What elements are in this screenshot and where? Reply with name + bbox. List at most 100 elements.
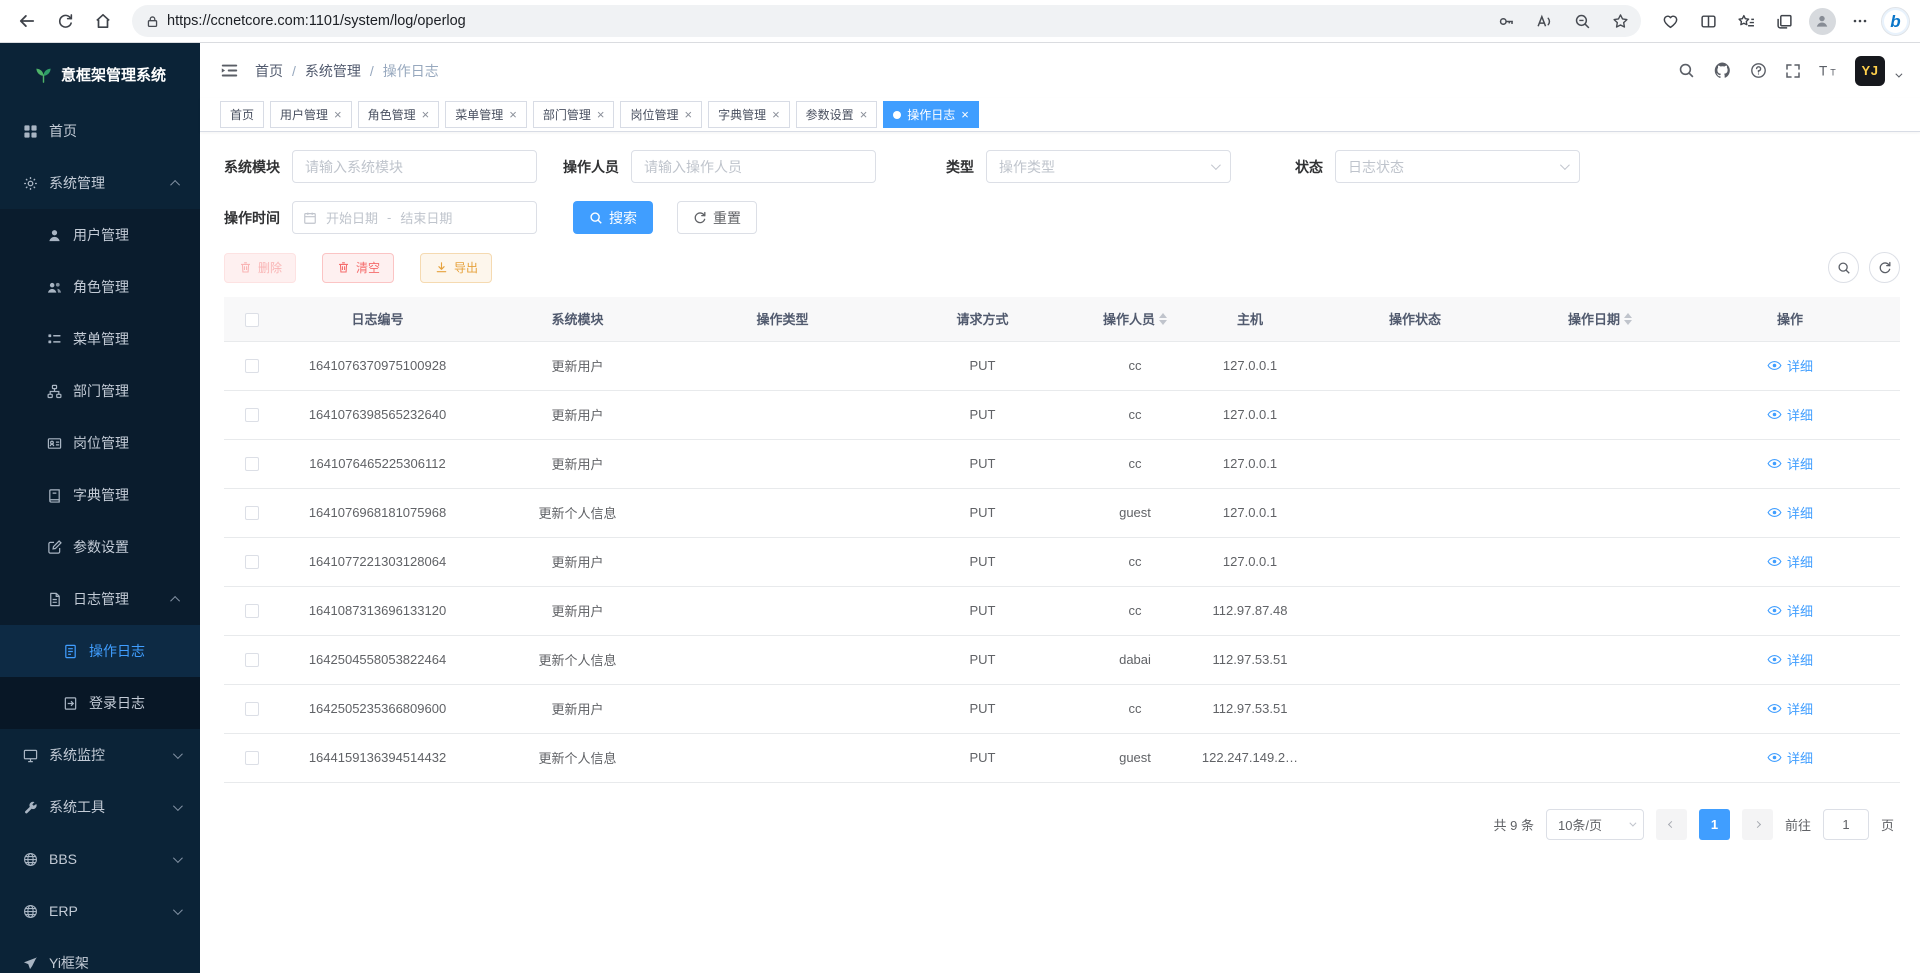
export-button[interactable]: 导出 bbox=[420, 253, 492, 283]
sidebar-item-user-management[interactable]: 用户管理 bbox=[0, 209, 200, 261]
toggle-search-button[interactable] bbox=[1828, 252, 1859, 283]
favorite-add-star-icon[interactable] bbox=[1605, 8, 1635, 34]
close-icon[interactable]: × bbox=[860, 108, 868, 121]
password-key-icon[interactable] bbox=[1491, 8, 1521, 34]
chevron-down-icon[interactable] bbox=[1895, 71, 1902, 78]
next-page-button[interactable] bbox=[1742, 809, 1773, 840]
sidebar-item-erp[interactable]: ERP bbox=[0, 885, 200, 937]
detail-link[interactable]: 详细 bbox=[1767, 503, 1813, 522]
close-icon[interactable]: × bbox=[772, 108, 780, 121]
browser-refresh-button[interactable] bbox=[48, 4, 82, 38]
search-icon[interactable] bbox=[1678, 62, 1695, 79]
profile-avatar[interactable] bbox=[1805, 4, 1839, 38]
tab-user-management[interactable]: 用户管理× bbox=[270, 101, 352, 128]
search-button[interactable]: 搜索 bbox=[573, 201, 653, 234]
tab-dept-management[interactable]: 部门管理× bbox=[533, 101, 615, 128]
browser-back-button[interactable] bbox=[10, 4, 44, 38]
browser-home-button[interactable] bbox=[86, 4, 120, 38]
sidebar-item-dict-management[interactable]: 字典管理 bbox=[0, 469, 200, 521]
detail-link[interactable]: 详细 bbox=[1767, 356, 1813, 375]
sidebar-item-dept-management[interactable]: 部门管理 bbox=[0, 365, 200, 417]
help-icon[interactable] bbox=[1750, 62, 1767, 79]
sidebar-item-system-monitor[interactable]: 系统监控 bbox=[0, 729, 200, 781]
page-number-button[interactable]: 1 bbox=[1699, 809, 1730, 840]
sidebar-item-system-management[interactable]: 系统管理 bbox=[0, 157, 200, 209]
row-checkbox[interactable] bbox=[245, 751, 259, 765]
prev-page-button[interactable] bbox=[1656, 809, 1687, 840]
detail-link[interactable]: 详细 bbox=[1767, 601, 1813, 620]
tab-operation-log[interactable]: 操作日志× bbox=[883, 101, 979, 128]
row-checkbox[interactable] bbox=[245, 702, 259, 716]
type-filter-select[interactable]: 操作类型 bbox=[986, 150, 1231, 183]
close-icon[interactable]: × bbox=[597, 108, 605, 121]
close-icon[interactable]: × bbox=[509, 108, 517, 121]
address-bar[interactable]: https://ccnetcore.com:1101/system/log/op… bbox=[132, 5, 1641, 37]
operator-filter-input[interactable] bbox=[631, 150, 876, 183]
detail-link[interactable]: 详细 bbox=[1767, 552, 1813, 571]
detail-link[interactable]: 详细 bbox=[1767, 405, 1813, 424]
row-checkbox[interactable] bbox=[245, 653, 259, 667]
breadcrumb-system-management[interactable]: 系统管理 bbox=[305, 61, 361, 81]
row-checkbox[interactable] bbox=[245, 506, 259, 520]
address-url[interactable]: https://ccnetcore.com:1101/system/log/op… bbox=[167, 13, 1483, 29]
module-filter-input[interactable] bbox=[292, 150, 537, 183]
sort-icon[interactable] bbox=[1159, 313, 1167, 325]
sidebar-item-system-tools[interactable]: 系统工具 bbox=[0, 781, 200, 833]
sidebar-item-operation-log[interactable]: 操作日志 bbox=[0, 625, 200, 677]
breadcrumb-home[interactable]: 首页 bbox=[255, 61, 283, 81]
sidebar-item-post-management[interactable]: 岗位管理 bbox=[0, 417, 200, 469]
tab-menu-management[interactable]: 菜单管理× bbox=[445, 101, 527, 128]
clear-button[interactable]: 清空 bbox=[322, 253, 394, 283]
zoom-out-icon[interactable] bbox=[1567, 8, 1597, 34]
sidebar-item-bbs[interactable]: BBS bbox=[0, 833, 200, 885]
row-checkbox[interactable] bbox=[245, 359, 259, 373]
close-icon[interactable]: × bbox=[422, 108, 430, 121]
sort-icon[interactable] bbox=[1624, 313, 1632, 325]
sidebar-item-home[interactable]: 首页 bbox=[0, 105, 200, 157]
delete-button[interactable]: 删除 bbox=[224, 253, 296, 283]
site-security-lock-icon[interactable] bbox=[146, 15, 159, 28]
collections-icon[interactable] bbox=[1767, 4, 1801, 38]
select-all-checkbox[interactable] bbox=[245, 313, 259, 327]
tab-role-management[interactable]: 角色管理× bbox=[358, 101, 440, 128]
tab-dict-management[interactable]: 字典管理× bbox=[708, 101, 790, 128]
page-size-select[interactable]: 10条/页 bbox=[1546, 809, 1644, 840]
detail-link[interactable]: 详细 bbox=[1767, 748, 1813, 767]
user-avatar-logo[interactable]: YJ bbox=[1855, 56, 1885, 86]
close-icon[interactable]: × bbox=[961, 108, 969, 121]
detail-link[interactable]: 详细 bbox=[1767, 699, 1813, 718]
copilot-bing-icon[interactable]: b bbox=[1881, 7, 1910, 36]
settings-menu-icon[interactable] bbox=[1843, 4, 1877, 38]
status-filter-select[interactable]: 日志状态 bbox=[1335, 150, 1580, 183]
tab-param-settings[interactable]: 参数设置× bbox=[796, 101, 878, 128]
detail-link[interactable]: 详细 bbox=[1767, 454, 1813, 473]
refresh-table-button[interactable] bbox=[1869, 252, 1900, 283]
row-checkbox[interactable] bbox=[245, 457, 259, 471]
favorites-icon[interactable] bbox=[1729, 4, 1763, 38]
tab-post-management[interactable]: 岗位管理× bbox=[620, 101, 702, 128]
github-icon[interactable] bbox=[1713, 61, 1732, 80]
sidebar-item-login-log[interactable]: 登录日志 bbox=[0, 677, 200, 729]
close-icon[interactable]: × bbox=[684, 108, 692, 121]
browser-essentials-icon[interactable] bbox=[1653, 4, 1687, 38]
row-checkbox[interactable] bbox=[245, 555, 259, 569]
sidebar-item-log-management[interactable]: 日志管理 bbox=[0, 573, 200, 625]
goto-page-input[interactable] bbox=[1823, 809, 1869, 840]
font-size-icon[interactable]: TT bbox=[1819, 62, 1837, 80]
sidebar-item-yi-framework[interactable]: Yi框架 bbox=[0, 937, 200, 973]
row-checkbox[interactable] bbox=[245, 604, 259, 618]
sidebar-item-menu-management[interactable]: 菜单管理 bbox=[0, 313, 200, 365]
reset-button[interactable]: 重置 bbox=[677, 201, 757, 234]
sidebar-item-param-settings[interactable]: 参数设置 bbox=[0, 521, 200, 573]
column-header-operator[interactable]: 操作人员 bbox=[1080, 297, 1190, 341]
date-range-picker[interactable]: 开始日期 - 结束日期 bbox=[292, 201, 537, 234]
row-checkbox[interactable] bbox=[245, 408, 259, 422]
close-icon[interactable]: × bbox=[334, 108, 342, 121]
tab-home[interactable]: 首页 bbox=[220, 101, 264, 128]
sidebar-toggle-icon[interactable] bbox=[220, 61, 239, 80]
read-aloud-icon[interactable] bbox=[1529, 8, 1559, 34]
sidebar-item-role-management[interactable]: 角色管理 bbox=[0, 261, 200, 313]
detail-link[interactable]: 详细 bbox=[1767, 650, 1813, 669]
column-header-date[interactable]: 操作日期 bbox=[1520, 297, 1680, 341]
fullscreen-icon[interactable] bbox=[1785, 63, 1801, 79]
